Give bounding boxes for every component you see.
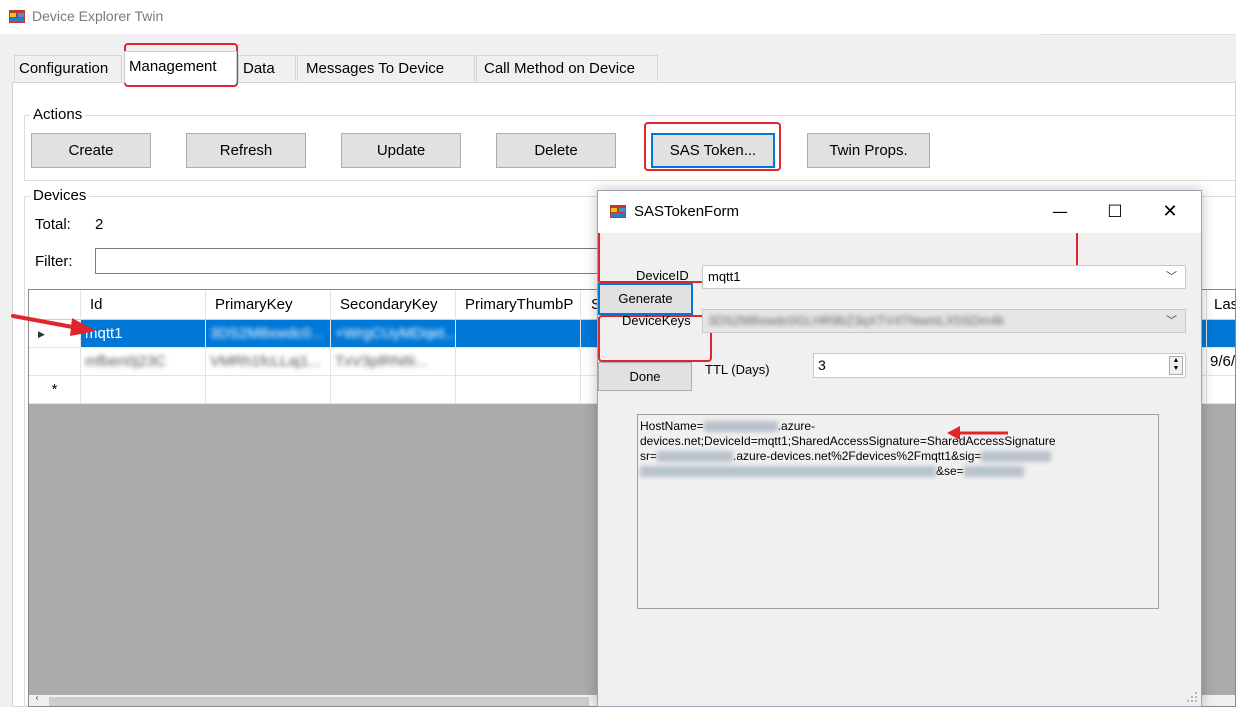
delete-button[interactable]: Delete: [496, 133, 616, 168]
window-title: Device Explorer Twin: [32, 8, 164, 24]
sas-token-dialog: SASTokenForm — ☐ ✕ DeviceID mqtt1 ﹀ Devi…: [597, 190, 1202, 707]
generate-button[interactable]: Generate: [598, 283, 693, 315]
device-id-label: DeviceID: [636, 268, 689, 283]
table-cell-primarythumbprint[interactable]: [456, 348, 581, 376]
filter-input[interactable]: [95, 248, 615, 274]
column-header-primarythumbprint[interactable]: PrimaryThumbP: [456, 290, 581, 320]
new-row-cell[interactable]: [81, 376, 206, 404]
table-cell-primarythumbprint[interactable]: [456, 320, 581, 348]
ttl-label: TTL (Days): [705, 362, 770, 377]
device-keys-select[interactable]: 3DS2M8xwdc0GLHR9bZ3qXTV4TNwmLX5SDm4k ﹀: [702, 309, 1186, 333]
dialog-title: SASTokenForm: [634, 203, 740, 220]
maximize-icon[interactable]: ☐: [1092, 191, 1138, 233]
new-row-cell[interactable]: [1207, 376, 1235, 404]
output-sr-prefix: sr=: [640, 449, 658, 463]
blurred-secondary-key: +WrgCUyMDqet...: [335, 325, 456, 342]
sas-token-output[interactable]: HostName= .azure- devices.net;DeviceId=mq…: [637, 414, 1159, 609]
column-header-primarykey[interactable]: PrimaryKey: [206, 290, 331, 320]
dialog-app-icon: [610, 205, 626, 218]
column-header-secondarykey[interactable]: SecondaryKey: [331, 290, 456, 320]
app-icon: [9, 10, 25, 23]
chevron-down-icon: ﹀: [1166, 315, 1177, 327]
new-row-header[interactable]: *: [29, 376, 81, 404]
table-cell-primarykey[interactable]: VMRh1fcLLaj1...: [206, 348, 331, 376]
create-button[interactable]: Create: [31, 133, 151, 168]
redacted-block: [657, 451, 734, 463]
row-header[interactable]: [29, 348, 81, 376]
table-cell-last[interactable]: 9/6/: [1207, 348, 1235, 376]
table-cell-id[interactable]: mqtt1: [81, 320, 206, 348]
output-se-suffix: &se=: [936, 464, 964, 478]
new-row-cell[interactable]: [456, 376, 581, 404]
close-icon[interactable]: ✕: [1147, 191, 1193, 233]
tab-management[interactable]: Management: [124, 51, 237, 83]
new-row-cell[interactable]: [206, 376, 331, 404]
redacted-block: [640, 466, 936, 478]
sas-token-button[interactable]: SAS Token...: [651, 133, 775, 168]
devices-group-title: Devices: [30, 187, 90, 204]
twin-props-button[interactable]: Twin Props.: [807, 133, 930, 168]
output-sr-suffix: .azure-devices.net%2Fdevices%2Fmqtt1&sig…: [733, 449, 982, 463]
done-button[interactable]: Done: [598, 362, 692, 391]
redacted-block: [963, 466, 1024, 478]
total-label: Total:: [35, 216, 71, 233]
table-cell-secondarykey[interactable]: TxV3plRN6i...: [331, 348, 456, 376]
annotation-arrow-icon: [11, 314, 96, 336]
tab-messages-to-device[interactable]: Messages To Device: [297, 55, 475, 81]
window-title-bar: [0, 0, 1236, 34]
tab-configuration[interactable]: Configuration: [14, 55, 122, 81]
scroll-left-icon[interactable]: ‹: [35, 693, 39, 704]
new-row-cell[interactable]: [331, 376, 456, 404]
annotation-arrow-icon: [947, 426, 1008, 440]
blurred-device-key: 3DS2M8xwdc0GLHR9bZ3qXTV4TNwmLX5SDm4k: [708, 313, 1005, 328]
redacted-block: [981, 451, 1052, 463]
blurred-device-id: mfben0j23C: [85, 353, 166, 370]
update-button[interactable]: Update: [341, 133, 461, 168]
blurred-secondary-key: TxV3plRN6i...: [335, 353, 428, 370]
ttl-stepper[interactable]: 3 ▲ ▼: [813, 353, 1186, 378]
device-id-value: mqtt1: [708, 269, 741, 284]
table-cell-secondarykey[interactable]: +WrgCUyMDqet...: [331, 320, 456, 348]
scrollbar-thumb[interactable]: [49, 697, 589, 706]
output-line-2: devices.net;DeviceId=mqtt1;SharedAccessS…: [640, 434, 1056, 448]
output-hostname-prefix: HostName=: [640, 419, 704, 433]
tab-data[interactable]: Data: [238, 55, 296, 81]
device-id-select[interactable]: mqtt1 ﹀: [702, 265, 1186, 289]
column-header-last[interactable]: Las: [1207, 290, 1235, 320]
blurred-primary-key: 3DS2M8xwdc0...: [210, 325, 324, 342]
total-count: 2: [95, 216, 104, 233]
device-keys-label: DeviceKeys: [622, 313, 691, 328]
title-divider: [1040, 34, 1236, 35]
spin-buttons-icon[interactable]: ▲ ▼: [1169, 356, 1183, 375]
ttl-value: 3: [818, 357, 826, 373]
table-cell-last[interactable]: [1207, 320, 1235, 348]
chevron-down-icon: ﹀: [1166, 271, 1177, 283]
actions-group-title: Actions: [30, 106, 86, 123]
column-header-id[interactable]: Id: [81, 290, 206, 320]
minimize-icon[interactable]: —: [1037, 191, 1083, 233]
table-cell-primarykey[interactable]: 3DS2M8xwdc0...: [206, 320, 331, 348]
output-hostname-suffix: .azure-: [777, 419, 816, 433]
table-cell-id[interactable]: mfben0j23C: [81, 348, 206, 376]
tab-call-method[interactable]: Call Method on Device: [476, 55, 658, 81]
resize-grip-icon[interactable]: [1187, 692, 1198, 703]
blurred-primary-key: VMRh1fcLLaj1...: [210, 353, 321, 370]
refresh-button[interactable]: Refresh: [186, 133, 306, 168]
redacted-block: [703, 421, 778, 433]
filter-label: Filter:: [35, 253, 73, 270]
